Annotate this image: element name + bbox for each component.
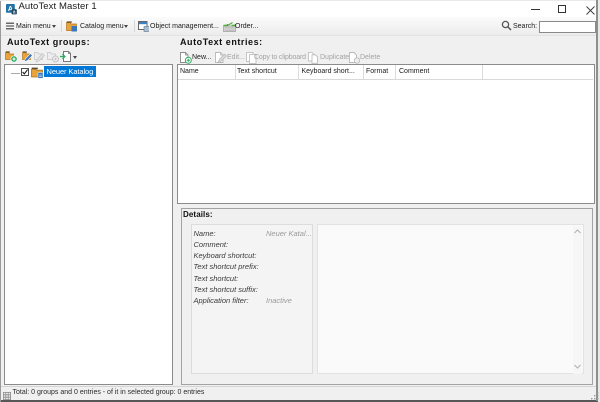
svg-text:a: a [13, 10, 16, 15]
